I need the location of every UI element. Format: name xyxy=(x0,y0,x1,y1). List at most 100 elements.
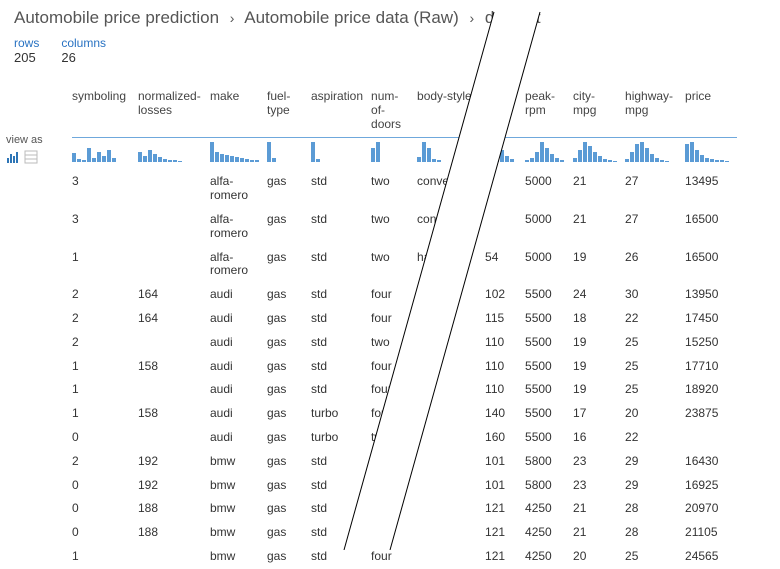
column-header[interactable]: body-style xyxy=(417,86,485,138)
table-row[interactable]: 0audigasturbotwo16055001622 xyxy=(72,426,737,450)
cell: std xyxy=(311,170,371,208)
histogram-icon[interactable] xyxy=(6,150,20,164)
table-row[interactable]: 1158audigasturbofour1405500172023875 xyxy=(72,402,737,426)
view-as-label: view as xyxy=(6,134,43,146)
table-row[interactable]: 3alfa-romerogasstdtwoconvertib5000212713… xyxy=(72,170,737,208)
cell: four xyxy=(371,545,417,569)
table-row[interactable]: 2164audigasstdfourseda1025500243013950 xyxy=(72,283,737,307)
cell: 5500 xyxy=(525,307,573,331)
crumb-1[interactable]: Automobile price prediction xyxy=(14,8,219,27)
cell: 5800 xyxy=(525,450,573,474)
cell: gas xyxy=(267,545,311,569)
column-header[interactable]: price xyxy=(685,86,737,138)
column-histogram[interactable] xyxy=(685,138,737,171)
table-row[interactable]: 0188bmwgasstdfo1214250212821105 xyxy=(72,521,737,545)
cell: gas xyxy=(267,307,311,331)
column-header[interactable]: symboling xyxy=(72,86,138,138)
data-grid[interactable]: symbolingnormalized-lossesmakefuel-typea… xyxy=(72,86,780,569)
cell: 0 xyxy=(72,426,138,450)
column-header[interactable]: aspiration xyxy=(311,86,371,138)
column-histogram[interactable] xyxy=(625,138,685,171)
table-row[interactable]: 2192bmwgasstdtwo1015800232916430 xyxy=(72,450,737,474)
cell: 28 xyxy=(625,521,685,545)
cell: audi xyxy=(210,402,267,426)
cell: 2 xyxy=(72,331,138,355)
cell: 102 xyxy=(485,283,525,307)
cell: gas xyxy=(267,521,311,545)
cell: audi xyxy=(210,378,267,402)
table-row[interactable]: 2audigasstdtwose1105500192515250 xyxy=(72,331,737,355)
cell xyxy=(485,170,525,208)
cell: 17450 xyxy=(685,307,737,331)
table-row[interactable]: 1158audigasstdfour1105500192517710 xyxy=(72,355,737,379)
cell: audi xyxy=(210,426,267,450)
column-histogram[interactable] xyxy=(417,138,485,171)
column-header[interactable]: er xyxy=(485,86,525,138)
column-histogram[interactable] xyxy=(573,138,625,171)
column-histogram[interactable] xyxy=(485,138,525,171)
cell: convertib xyxy=(417,170,485,208)
cell: 3 xyxy=(72,208,138,246)
column-header[interactable]: highway-mpg xyxy=(625,86,685,138)
cell: 115 xyxy=(485,307,525,331)
column-header[interactable]: num-of-doors xyxy=(371,86,417,138)
column-histogram[interactable] xyxy=(138,138,210,171)
cell: sed xyxy=(417,307,485,331)
table-icon[interactable] xyxy=(24,150,38,164)
cell xyxy=(685,426,737,450)
cell: 22 xyxy=(625,307,685,331)
cell xyxy=(138,331,210,355)
table-row[interactable]: 0192bmwgasstdfour1015800232916925 xyxy=(72,474,737,498)
cell: 5500 xyxy=(525,426,573,450)
column-histogram[interactable] xyxy=(72,138,138,171)
breadcrumb-sep: › xyxy=(230,10,235,26)
cell xyxy=(417,402,485,426)
table-row[interactable]: 3alfa-romerogasstdtwoconvert500021271650… xyxy=(72,208,737,246)
column-header[interactable]: make xyxy=(210,86,267,138)
columns-label: columns xyxy=(61,36,106,50)
cell: 1 xyxy=(72,355,138,379)
cell xyxy=(417,426,485,450)
cell: 4250 xyxy=(525,521,573,545)
cell: four xyxy=(371,355,417,379)
table-row[interactable]: 1audigasstdfour1105500192518920 xyxy=(72,378,737,402)
table-row[interactable]: 1alfa-romerogasstdtwohatch54500019261650… xyxy=(72,246,737,284)
table-row[interactable]: 2164audigasstdfoursed1155500182217450 xyxy=(72,307,737,331)
column-histogram[interactable] xyxy=(525,138,573,171)
cell: 25 xyxy=(625,355,685,379)
cell: 5500 xyxy=(525,355,573,379)
column-histogram[interactable] xyxy=(311,138,371,171)
column-header[interactable]: peak-rpm xyxy=(525,86,573,138)
table-row[interactable]: 1bmwgasstdfour1214250202524565 xyxy=(72,545,737,569)
cell: 158 xyxy=(138,402,210,426)
cell: bmw xyxy=(210,521,267,545)
cell: two xyxy=(371,170,417,208)
cell: 160 xyxy=(485,426,525,450)
cell: gas xyxy=(267,378,311,402)
column-header[interactable]: normalized-losses xyxy=(138,86,210,138)
cell: 29 xyxy=(625,450,685,474)
cell: 188 xyxy=(138,497,210,521)
cell: std xyxy=(311,208,371,246)
cell: 5500 xyxy=(525,402,573,426)
cell: 19 xyxy=(573,331,625,355)
cell: two xyxy=(371,497,417,521)
cell: four xyxy=(371,474,417,498)
cell: 4250 xyxy=(525,497,573,521)
column-header[interactable]: fuel-type xyxy=(267,86,311,138)
column-histogram[interactable] xyxy=(371,138,417,171)
cell: 23875 xyxy=(685,402,737,426)
rows-label: rows xyxy=(14,36,39,50)
crumb-2[interactable]: Automobile price data (Raw) xyxy=(244,8,458,27)
cell: 121 xyxy=(485,545,525,569)
cell: gas xyxy=(267,283,311,307)
column-histogram[interactable] xyxy=(267,138,311,171)
cell: 110 xyxy=(485,355,525,379)
column-histogram[interactable] xyxy=(210,138,267,171)
cell xyxy=(138,170,210,208)
column-header[interactable]: city-mpg xyxy=(573,86,625,138)
cell: gas xyxy=(267,450,311,474)
cell xyxy=(417,497,485,521)
cell: 1 xyxy=(72,402,138,426)
table-row[interactable]: 0188bmwgasstdtwo1214250212820970 xyxy=(72,497,737,521)
